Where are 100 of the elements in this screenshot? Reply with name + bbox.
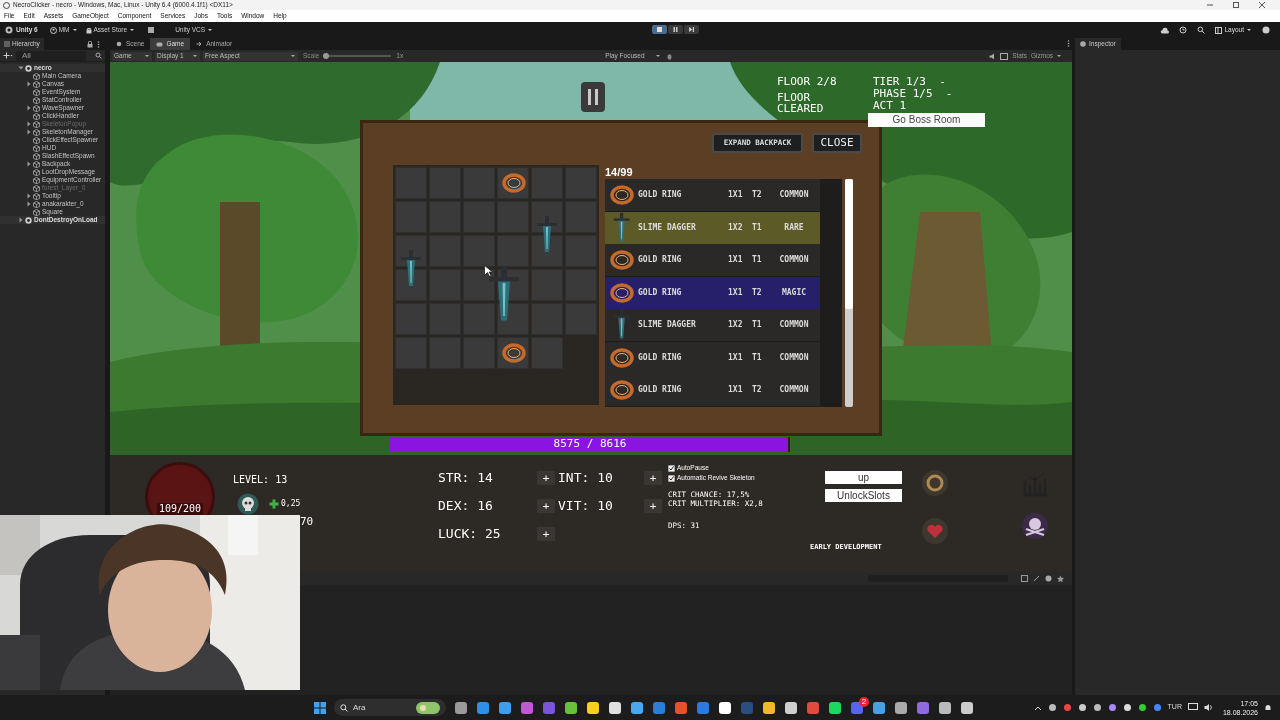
soul-rate-text: 0,25 <box>281 498 301 510</box>
pause-icon[interactable] <box>578 80 608 113</box>
checkbox[interactable] <box>668 474 675 482</box>
app-icon[interactable] <box>498 700 512 715</box>
collapsed-arrow-icon[interactable] <box>26 105 32 111</box>
stats-grid-icon[interactable] <box>1000 52 1009 60</box>
collapsed-arrow-icon[interactable] <box>26 81 32 87</box>
item-rarity: COMMON <box>778 319 810 331</box>
more-icon[interactable] <box>97 40 100 48</box>
app-icon[interactable] <box>564 700 578 715</box>
slider-thumb[interactable] <box>323 53 330 59</box>
caret-icon <box>290 53 296 59</box>
item-row[interactable]: GOLD RING 1X1 T1 COMMON <box>605 341 820 374</box>
search-field[interactable]: All <box>16 50 86 61</box>
item-size: 1X1 <box>728 189 744 201</box>
ring-icon[interactable] <box>610 250 634 270</box>
app-icon[interactable] <box>608 700 622 715</box>
windows-start-icon[interactable] <box>314 701 326 714</box>
stat-label: DEX: 16 <box>438 497 494 516</box>
search-field[interactable]: Ara <box>334 699 446 716</box>
amulet-icon[interactable] <box>920 468 950 498</box>
network-icon[interactable] <box>1187 703 1198 712</box>
chevron-up-icon[interactable] <box>1033 704 1042 711</box>
caret-icon <box>655 53 662 59</box>
increase-button[interactable]: + <box>644 499 662 513</box>
pause-button[interactable] <box>668 25 683 34</box>
collapsed-arrow-icon[interactable] <box>26 161 32 167</box>
item-row[interactable]: SLIME DAGGER 1X2 T1 COMMON <box>605 309 820 341</box>
app-icon[interactable] <box>630 700 644 715</box>
checkbox[interactable] <box>668 464 675 472</box>
play-button[interactable] <box>652 25 667 34</box>
close-button[interactable]: CLOSE <box>812 133 862 153</box>
scrollbar-thumb[interactable] <box>845 179 853 309</box>
increase-button[interactable]: + <box>644 471 662 485</box>
app-icon[interactable] <box>718 700 732 715</box>
inventory-slot[interactable] <box>395 269 427 301</box>
item-row[interactable]: GOLD RING 1X1 T1 COMMON <box>605 244 820 276</box>
dagger-icon[interactable] <box>612 309 632 341</box>
dagger-icon[interactable] <box>612 211 632 244</box>
app-icon[interactable] <box>872 700 886 715</box>
notification-icon[interactable] <box>1264 703 1272 712</box>
item-row[interactable]: GOLD RING 1X1 T2 COMMON <box>605 374 820 406</box>
increase-button[interactable]: + <box>537 527 555 541</box>
ring-icon[interactable] <box>610 347 634 368</box>
skull-icon[interactable] <box>1020 511 1050 541</box>
step-icon <box>689 27 694 32</box>
item-rarity: COMMON <box>778 189 810 201</box>
app-icon[interactable] <box>894 700 908 715</box>
app-icon[interactable] <box>454 700 468 715</box>
hud-button[interactable]: UnlockSlots <box>825 489 902 502</box>
item-name: GOLD RING <box>638 286 683 299</box>
item-row[interactable]: GOLD RING 1X1 T2 COMMON <box>605 179 820 211</box>
ring-icon[interactable] <box>610 185 634 205</box>
floor-text: FLOOR 2/8 <box>777 76 837 87</box>
ring-icon[interactable] <box>610 380 634 400</box>
ring-icon[interactable] <box>610 282 634 303</box>
more-icon[interactable] <box>1067 40 1070 47</box>
item-name: GOLD RING <box>638 189 683 201</box>
go-boss-room-button[interactable]: Go Boss Room <box>868 113 985 127</box>
lock-icon[interactable] <box>87 40 93 48</box>
app-icon[interactable] <box>586 700 600 715</box>
unity-logo-icon <box>5 26 13 34</box>
dagger-icon[interactable] <box>535 215 559 255</box>
app-icon[interactable] <box>960 700 974 715</box>
speaker-icon[interactable] <box>1203 703 1213 712</box>
search-icon[interactable] <box>1197 26 1206 34</box>
cloud-icon[interactable] <box>1160 26 1170 34</box>
collapsed-arrow-icon[interactable] <box>18 217 24 223</box>
inventory-slot[interactable] <box>531 235 563 267</box>
play-icon <box>657 27 662 32</box>
scrollbar[interactable] <box>845 179 853 407</box>
app-icon[interactable] <box>762 700 776 715</box>
maximize-icon[interactable] <box>1232 1 1240 9</box>
dagger-icon[interactable] <box>399 249 423 289</box>
app-icon[interactable] <box>938 700 952 715</box>
inventory-slot[interactable] <box>463 269 495 301</box>
item-row[interactable]: GOLD RING 1X1 T2 MAGIC <box>605 276 820 309</box>
layout-icon <box>1215 26 1223 34</box>
pencil-icon[interactable] <box>1033 575 1040 582</box>
app-icon[interactable] <box>784 700 798 715</box>
app-icon[interactable] <box>828 700 842 715</box>
star-icon[interactable] <box>1057 575 1064 582</box>
ring-icon[interactable] <box>502 173 526 193</box>
add-icon[interactable] <box>3 52 13 59</box>
increase-button[interactable]: + <box>537 471 555 485</box>
expanded-arrow-icon[interactable] <box>18 65 24 71</box>
speaker-icon[interactable] <box>989 52 997 60</box>
increase-button[interactable]: + <box>537 499 555 513</box>
ring-icon[interactable] <box>502 343 526 363</box>
step-button[interactable] <box>684 25 699 34</box>
history-icon[interactable] <box>1179 26 1188 34</box>
bug-icon[interactable] <box>666 52 674 60</box>
hud-button[interactable]: up <box>825 471 902 484</box>
bag-icon <box>85 26 92 34</box>
filter-icon[interactable] <box>1021 575 1028 582</box>
item-row[interactable]: SLIME DAGGER 1X2 T1 RARE <box>605 211 820 244</box>
caret-icon <box>144 53 150 59</box>
search-icon[interactable] <box>95 52 102 59</box>
close-icon[interactable] <box>1258 1 1266 9</box>
caret-icon <box>1056 53 1062 59</box>
